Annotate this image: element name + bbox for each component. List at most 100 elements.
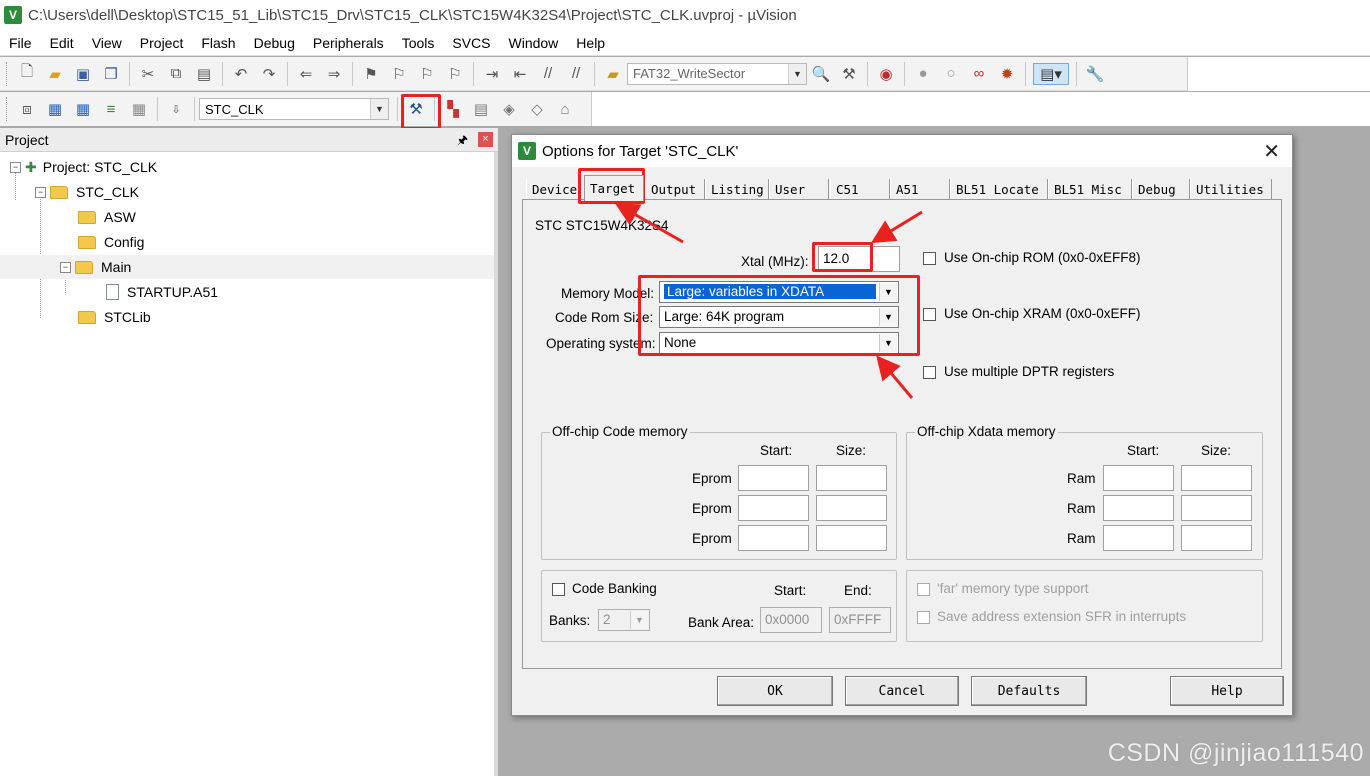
eprom-size-input[interactable] bbox=[816, 525, 887, 551]
build-icon[interactable]: ▦ bbox=[44, 98, 66, 120]
menu-debug[interactable]: Debug bbox=[245, 35, 304, 51]
collapse-icon[interactable]: − bbox=[60, 261, 71, 273]
cut-icon[interactable]: ✂ bbox=[137, 63, 159, 85]
tree-item-config[interactable]: Config bbox=[0, 230, 494, 254]
tree-item-project[interactable]: − ✚ Project: STC_CLK bbox=[0, 155, 494, 179]
disable-breakpoint-icon[interactable]: ○ bbox=[940, 63, 962, 85]
menu-view[interactable]: View bbox=[83, 35, 131, 51]
ram-size-input[interactable] bbox=[1181, 465, 1252, 491]
comment-icon[interactable]: // bbox=[537, 63, 559, 85]
collapse-icon[interactable]: − bbox=[35, 186, 46, 198]
tab-output[interactable]: Output bbox=[645, 179, 705, 199]
paste-icon[interactable]: ▤ bbox=[193, 63, 215, 85]
debug-session-icon[interactable]: ◉ bbox=[875, 63, 897, 85]
menu-peripherals[interactable]: Peripherals bbox=[304, 35, 393, 51]
manage-components-icon[interactable]: ▚ bbox=[442, 98, 464, 120]
batch-build-icon[interactable]: ≡ bbox=[100, 98, 122, 120]
indent-icon[interactable]: ⇥ bbox=[481, 63, 503, 85]
chevron-down-icon[interactable]: ▼ bbox=[788, 63, 806, 84]
toolbar-grip[interactable] bbox=[6, 97, 9, 121]
use-multiple-dptr-checkbox[interactable] bbox=[923, 366, 936, 379]
tab-a51[interactable]: A51 bbox=[890, 179, 950, 199]
prev-bookmark-icon[interactable]: ⚐ bbox=[388, 63, 410, 85]
tab-c51[interactable]: C51 bbox=[830, 179, 890, 199]
close-icon[interactable]: × bbox=[478, 132, 493, 147]
chevron-down-icon[interactable]: ▼ bbox=[630, 611, 648, 629]
banks-select[interactable]: 2 ▼ bbox=[598, 609, 650, 631]
unindent-icon[interactable]: ⇤ bbox=[509, 63, 531, 85]
xtal-input[interactable]: 12.0 bbox=[818, 246, 900, 272]
code-banking-checkbox[interactable] bbox=[552, 583, 565, 596]
menu-file[interactable]: File bbox=[0, 35, 41, 51]
target-select-combo[interactable]: STC_CLK ▼ bbox=[199, 98, 389, 120]
tree-item-target[interactable]: − STC_CLK bbox=[0, 180, 494, 204]
tree-item-stclib[interactable]: STCLib bbox=[0, 305, 494, 329]
copy-icon[interactable]: ⧉ bbox=[165, 63, 187, 85]
toolbar-grip[interactable] bbox=[6, 61, 9, 86]
nav-back-icon[interactable]: ⇐ bbox=[295, 63, 317, 85]
eprom-start-input[interactable] bbox=[738, 525, 809, 551]
tab-user[interactable]: User bbox=[769, 179, 829, 199]
tab-bl51-locate[interactable]: BL51 Locate bbox=[950, 179, 1048, 199]
pin-icon[interactable]: 🖈 bbox=[457, 131, 468, 152]
tab-listing[interactable]: Listing bbox=[705, 179, 769, 199]
tab-bl51-misc[interactable]: BL51 Misc bbox=[1048, 179, 1132, 199]
tree-item-startup-file[interactable]: STARTUP.A51 bbox=[0, 280, 494, 304]
bookmark-icon[interactable]: ⚑ bbox=[360, 63, 382, 85]
ram-size-input[interactable] bbox=[1181, 495, 1252, 521]
operating-system-select[interactable]: None ▼ bbox=[659, 332, 899, 354]
clear-bookmarks-icon[interactable]: ⚐ bbox=[444, 63, 466, 85]
chevron-down-icon[interactable]: ▼ bbox=[879, 334, 897, 352]
eprom-start-input[interactable] bbox=[738, 495, 809, 521]
stop-build-icon[interactable]: ▦ bbox=[128, 98, 150, 120]
memory-model-select[interactable]: Large: variables in XDATA ▼ bbox=[659, 281, 899, 303]
eprom-size-input[interactable] bbox=[816, 465, 887, 491]
menu-svcs[interactable]: SVCS bbox=[443, 35, 499, 51]
rebuild-icon[interactable]: ▦ bbox=[72, 98, 94, 120]
chevron-down-icon[interactable]: ▼ bbox=[879, 308, 897, 326]
manage-rte-icon[interactable]: ◈ bbox=[498, 98, 520, 120]
menu-edit[interactable]: Edit bbox=[41, 35, 83, 51]
pack-installer-icon[interactable]: ◇ bbox=[526, 98, 548, 120]
tab-device[interactable]: Device bbox=[526, 179, 586, 199]
tree-item-asw[interactable]: ASW bbox=[0, 205, 494, 229]
chevron-down-icon[interactable]: ▼ bbox=[879, 283, 897, 301]
uncomment-icon[interactable]: // bbox=[565, 63, 587, 85]
eprom-size-input[interactable] bbox=[816, 495, 887, 521]
tab-target[interactable]: Target bbox=[584, 175, 644, 201]
nav-forward-icon[interactable]: ⇒ bbox=[323, 63, 345, 85]
use-onchip-rom-checkbox[interactable] bbox=[923, 252, 936, 265]
tab-debug[interactable]: Debug bbox=[1132, 179, 1190, 199]
chevron-down-icon[interactable]: ▼ bbox=[370, 99, 388, 119]
ram-start-input[interactable] bbox=[1103, 465, 1174, 491]
tab-utilities[interactable]: Utilities bbox=[1190, 179, 1272, 199]
menu-window[interactable]: Window bbox=[500, 35, 568, 51]
collapse-icon[interactable]: − bbox=[10, 161, 21, 173]
ram-start-input[interactable] bbox=[1103, 495, 1174, 521]
use-onchip-xram-checkbox[interactable] bbox=[923, 308, 936, 321]
breakpoint-icon[interactable]: ● bbox=[912, 63, 934, 85]
menu-help[interactable]: Help bbox=[567, 35, 614, 51]
close-icon[interactable]: ✕ bbox=[1263, 139, 1280, 164]
new-file-icon[interactable]: 🗋 bbox=[16, 63, 38, 85]
find-combo[interactable]: FAT32_WriteSector ▼ bbox=[627, 62, 807, 85]
ram-size-input[interactable] bbox=[1181, 525, 1252, 551]
tree-item-main[interactable]: − Main bbox=[0, 255, 494, 279]
find-in-files-icon[interactable]: ▰ bbox=[602, 63, 624, 85]
ok-button[interactable]: OK bbox=[717, 676, 833, 706]
incremental-find-icon[interactable]: ⚒ bbox=[838, 63, 860, 85]
translate-icon[interactable]: ⧈ bbox=[16, 98, 38, 120]
disable-all-breakpoints-icon[interactable]: ∞ bbox=[968, 63, 990, 85]
configure-icon[interactable]: 🔧 bbox=[1084, 63, 1106, 85]
save-all-icon[interactable]: ❐ bbox=[100, 63, 122, 85]
save-address-checkbox[interactable] bbox=[917, 611, 930, 624]
bank-area-start-input[interactable]: 0x0000 bbox=[760, 607, 822, 633]
download-icon[interactable]: ⇩ bbox=[165, 98, 187, 120]
select-packs-icon[interactable]: ▤ bbox=[470, 98, 492, 120]
help-button[interactable]: Help bbox=[1170, 676, 1284, 706]
ram-start-input[interactable] bbox=[1103, 525, 1174, 551]
menu-flash[interactable]: Flash bbox=[192, 35, 244, 51]
open-file-icon[interactable]: ▰ bbox=[44, 63, 66, 85]
undo-icon[interactable]: ↶ bbox=[230, 63, 252, 85]
menu-project[interactable]: Project bbox=[131, 35, 193, 51]
